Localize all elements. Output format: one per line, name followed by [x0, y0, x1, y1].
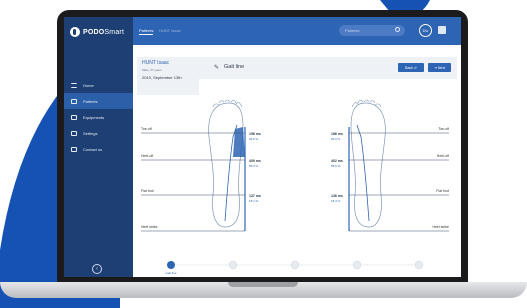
- search-placeholder: Patients: [345, 28, 360, 33]
- right-label-heel-strike: Heel strike: [432, 225, 449, 229]
- step-4[interactable]: [352, 260, 362, 270]
- sidebar-item-label: Settings: [83, 130, 98, 136]
- right-toes: [351, 99, 382, 108]
- step-1[interactable]: [167, 261, 175, 269]
- right-value-pct: 26.0 %: [331, 137, 341, 141]
- left-label-toe-off: Toe-off: [141, 127, 152, 131]
- stepper: Gait line: [165, 260, 424, 275]
- left-foot: Toe-off Heel-off Flat foot Heel strike 1…: [141, 99, 261, 232]
- left-value-ms: 409 ms: [249, 159, 261, 163]
- left-value-pct: 55.3 %: [249, 164, 259, 168]
- left-value-ms: 196 ms: [249, 132, 261, 136]
- sidebar-item-contact[interactable]: Contact us: [64, 141, 133, 157]
- brand-light: Smart: [104, 28, 125, 36]
- mail-icon: [71, 146, 77, 152]
- left-value-pct: 18.1 %: [249, 199, 259, 203]
- sidebar-item-patients[interactable]: Patients: [64, 93, 133, 109]
- right-value-ms: 402 ms: [331, 159, 343, 163]
- left-toes: [212, 99, 243, 108]
- menu-icon: [71, 82, 77, 88]
- gear-icon: [71, 130, 77, 136]
- logo-icon: [70, 27, 80, 37]
- laptop-lid: PODOSmart Home Patients Equipments Setti…: [57, 10, 468, 282]
- sidebar-nav: Home Patients Equipments Settings Contac…: [64, 77, 133, 157]
- left-value-ms: 137 ms: [249, 194, 261, 198]
- laptop-notch: [228, 282, 298, 287]
- right-value-pct: 55.6 %: [331, 164, 341, 168]
- briefcase-icon: [71, 114, 77, 120]
- search-input[interactable]: Patients: [339, 25, 405, 36]
- right-value-ms: 186 ms: [331, 132, 343, 136]
- sidebar-item-equipments[interactable]: Equipments: [64, 109, 133, 125]
- main-content: HUNT Isaac Male, 37 years 2019, Septembe…: [133, 45, 461, 277]
- sidebar-item-label: Contact us: [83, 146, 103, 152]
- right-value-ms: 136 ms: [331, 194, 343, 198]
- sidebar-item-home[interactable]: Home: [64, 77, 133, 93]
- right-value-pct: 18.4 %: [331, 199, 341, 203]
- left-value-pct: 26.6 %: [249, 137, 259, 141]
- step-2[interactable]: [228, 260, 238, 270]
- brand-logo: PODOSmart: [70, 27, 124, 37]
- left-label-heel-off: Heel-off: [141, 154, 153, 158]
- sidebar-item-label: Patients: [83, 98, 98, 104]
- step-label: Gait line: [165, 271, 176, 275]
- step-5[interactable]: [414, 260, 424, 270]
- top-bar: Patients HUNT Isaac Patients DU: [133, 17, 461, 45]
- sidebar-item-label: Home: [83, 82, 94, 88]
- right-label-toe-off: Toe-off: [438, 127, 449, 131]
- apps-menu-icon[interactable]: [438, 26, 446, 34]
- tab-patients[interactable]: Patients: [139, 28, 154, 35]
- brand-bold: PODO: [83, 28, 105, 36]
- right-label-heel-off: Heel-off: [437, 154, 449, 158]
- collapse-sidebar-button[interactable]: ‹: [92, 264, 102, 274]
- left-label-heel-strike: Heel strike: [141, 225, 158, 229]
- avatar[interactable]: DU: [419, 24, 432, 37]
- search-icon: [395, 27, 400, 32]
- patients-icon: [71, 98, 77, 104]
- right-gait-line: [356, 124, 370, 222]
- sidebar-item-settings[interactable]: Settings: [64, 125, 133, 141]
- right-foot: Toe-off Heel-off Flat foot Heel strike 1…: [331, 99, 449, 232]
- step-3[interactable]: [290, 260, 300, 270]
- app-screen: PODOSmart Home Patients Equipments Setti…: [64, 17, 461, 277]
- tab-patient-detail[interactable]: HUNT Isaac: [159, 28, 181, 33]
- chevron-left-icon: ‹: [96, 266, 98, 272]
- right-label-flat-foot: Flat foot: [436, 189, 449, 193]
- sidebar-item-label: Equipments: [83, 114, 105, 120]
- gait-line-diagram: Toe-off Heel-off Flat foot Heel strike 1…: [141, 99, 449, 275]
- sidebar: PODOSmart Home Patients Equipments Setti…: [64, 17, 133, 277]
- left-label-flat-foot: Flat foot: [141, 189, 154, 193]
